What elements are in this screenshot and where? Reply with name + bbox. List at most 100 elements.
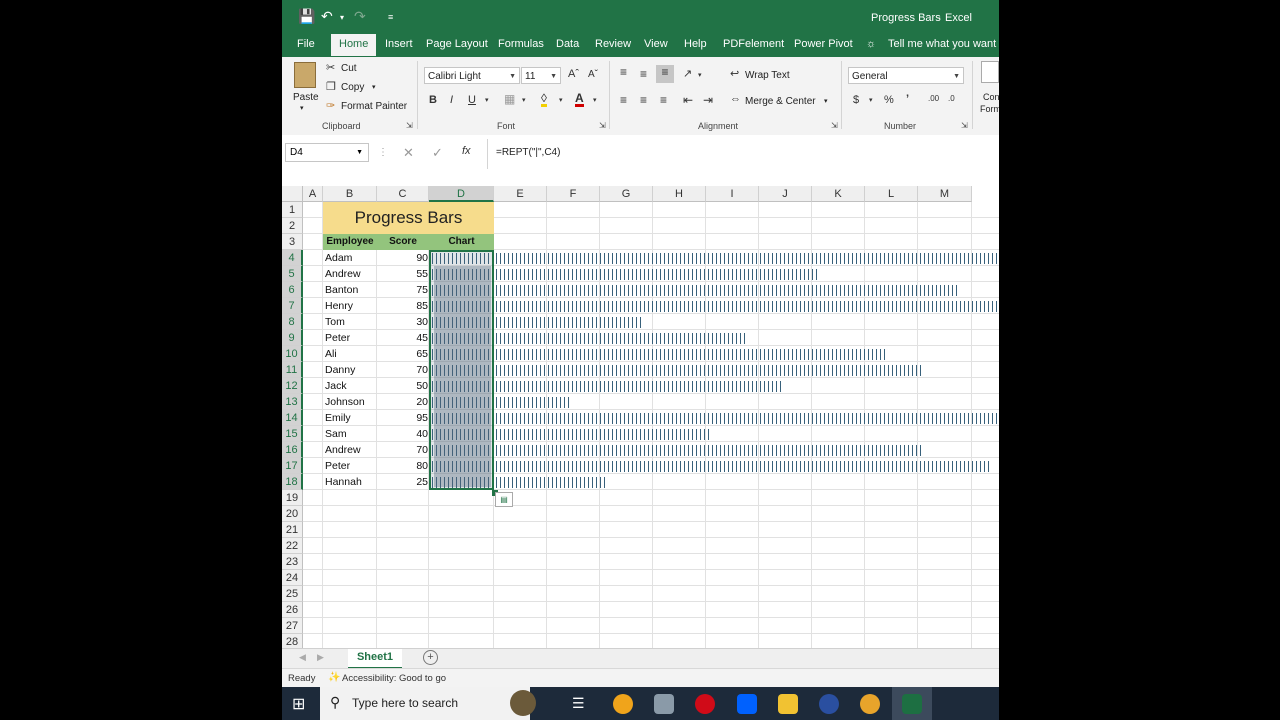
tab-view[interactable]: View [644,38,668,50]
score-cell[interactable]: 45 [377,330,428,346]
row-header-11[interactable]: 11 [282,362,303,378]
column-header-k[interactable]: K [812,186,865,202]
score-cell[interactable]: 90 [377,250,428,266]
font-color-icon[interactable]: A [575,92,584,107]
row-header-16[interactable]: 16 [282,442,303,458]
progress-bar-cell[interactable] [432,365,922,376]
column-header-e[interactable]: E [494,186,547,202]
fill-color-icon[interactable]: ◊ [541,92,547,107]
font-name-select[interactable]: Calibri Light ▼ [424,67,520,84]
column-header-a[interactable]: A [303,186,323,202]
score-cell[interactable]: 95 [377,410,428,426]
progress-bar-cell[interactable] [432,285,957,296]
currency-dropdown-icon[interactable]: ▾ [869,96,873,104]
row-header-23[interactable]: 23 [282,554,303,570]
align-left-icon[interactable]: ≡ [620,93,627,107]
format-painter-button[interactable]: Format Painter [341,101,407,112]
tab-help[interactable]: Help [684,38,707,50]
row-header-7[interactable]: 7 [282,298,303,314]
progress-bar-cell[interactable] [432,445,922,456]
chrome-icon[interactable] [613,694,633,714]
row-header-5[interactable]: 5 [282,266,303,282]
employee-header-cell[interactable]: Employee [323,234,377,250]
employee-cell[interactable]: Peter [325,458,350,474]
clipboard-launcher-icon[interactable]: ⇲ [406,121,413,130]
orientation-dropdown-icon[interactable]: ▾ [698,71,702,79]
enter-icon[interactable]: ✓ [432,145,443,161]
score-cell[interactable]: 30 [377,314,428,330]
conditional-formatting-label-2[interactable]: Form [980,104,999,114]
employee-cell[interactable]: Sam [325,426,347,442]
score-cell[interactable]: 75 [377,282,428,298]
tab-data[interactable]: Data [556,38,579,50]
formula-input[interactable]: =REPT("|",C4) [496,147,560,158]
align-center-icon[interactable]: ≡ [640,93,647,107]
windows-start-icon[interactable]: ⊞ [292,694,305,714]
employee-cell[interactable]: Johnson [325,394,365,410]
employee-cell[interactable]: Hannah [325,474,362,490]
employee-cell[interactable]: Jack [325,378,347,394]
cut-button[interactable]: Cut [341,63,357,74]
conditional-formatting-icon[interactable] [981,61,999,83]
conditional-formatting-label-1[interactable]: Con [983,92,999,102]
scroll-left-icon[interactable]: ◀ [299,652,306,663]
increase-decimal-icon[interactable]: .00 [928,94,939,103]
row-header-15[interactable]: 15 [282,426,303,442]
redo-icon[interactable]: ↷ [354,8,366,25]
employee-cell[interactable]: Henry [325,298,353,314]
undo-dropdown-icon[interactable]: ▾ [340,13,344,22]
tab-file[interactable]: File [297,38,315,50]
quick-analysis-icon[interactable]: ▤ [495,492,513,507]
borders-icon[interactable]: ▦ [504,92,515,106]
score-cell[interactable]: 55 [377,266,428,282]
row-header-3[interactable]: 3 [282,234,303,250]
progress-bar-cell[interactable] [432,461,992,472]
employee-cell[interactable]: Danny [325,362,355,378]
employee-cell[interactable]: Ali [325,346,337,362]
row-header-25[interactable]: 25 [282,586,303,602]
customize-qat-icon[interactable]: ≡ [388,12,393,22]
opera-icon[interactable] [695,694,715,714]
column-header-c[interactable]: C [377,186,429,202]
comma-style-icon[interactable]: ’ [906,93,909,105]
paste-dropdown-icon[interactable]: ▾ [300,104,304,112]
column-header-g[interactable]: G [600,186,653,202]
column-header-i[interactable]: I [706,186,759,202]
underline-dropdown-icon[interactable]: ▾ [485,96,489,104]
underline-icon[interactable]: U [468,94,476,106]
employee-cell[interactable]: Peter [325,330,350,346]
row-header-24[interactable]: 24 [282,570,303,586]
tab-pdfelement[interactable]: PDFelement [723,38,784,50]
score-cell[interactable]: 80 [377,458,428,474]
task-view-icon[interactable]: ☰ [572,695,585,712]
dropbox-icon[interactable] [737,694,757,714]
align-middle-icon[interactable]: ≡ [640,67,647,81]
align-top-icon[interactable]: ≡ [620,65,627,79]
align-right-icon[interactable]: ≡ [660,93,667,107]
tab-page-layout[interactable]: Page Layout [426,38,488,50]
scroll-right-icon[interactable]: ▶ [317,652,324,663]
score-cell[interactable]: 85 [377,298,428,314]
orientation-icon[interactable]: ↗ [683,67,692,80]
font-size-select[interactable]: 11 ▼ [521,67,561,84]
row-header-14[interactable]: 14 [282,410,303,426]
score-cell[interactable]: 70 [377,362,428,378]
paste-icon[interactable] [294,62,316,88]
row-header-4[interactable]: 4 [282,250,303,266]
row-header-9[interactable]: 9 [282,330,303,346]
chart-header-cell[interactable]: Chart [429,234,494,250]
number-launcher-icon[interactable]: ⇲ [961,121,968,130]
column-header-m[interactable]: M [918,186,972,202]
row-header-18[interactable]: 18 [282,474,303,490]
employee-cell[interactable]: Andrew [325,442,361,458]
row-header-26[interactable]: 26 [282,602,303,618]
column-header-b[interactable]: B [323,186,377,202]
progress-bar-cell[interactable] [432,253,999,264]
row-header-6[interactable]: 6 [282,282,303,298]
column-header-h[interactable]: H [653,186,706,202]
row-header-21[interactable]: 21 [282,522,303,538]
save-icon[interactable]: 💾 [298,8,315,25]
score-cell[interactable]: 20 [377,394,428,410]
italic-icon[interactable]: I [450,94,453,106]
row-header-17[interactable]: 17 [282,458,303,474]
